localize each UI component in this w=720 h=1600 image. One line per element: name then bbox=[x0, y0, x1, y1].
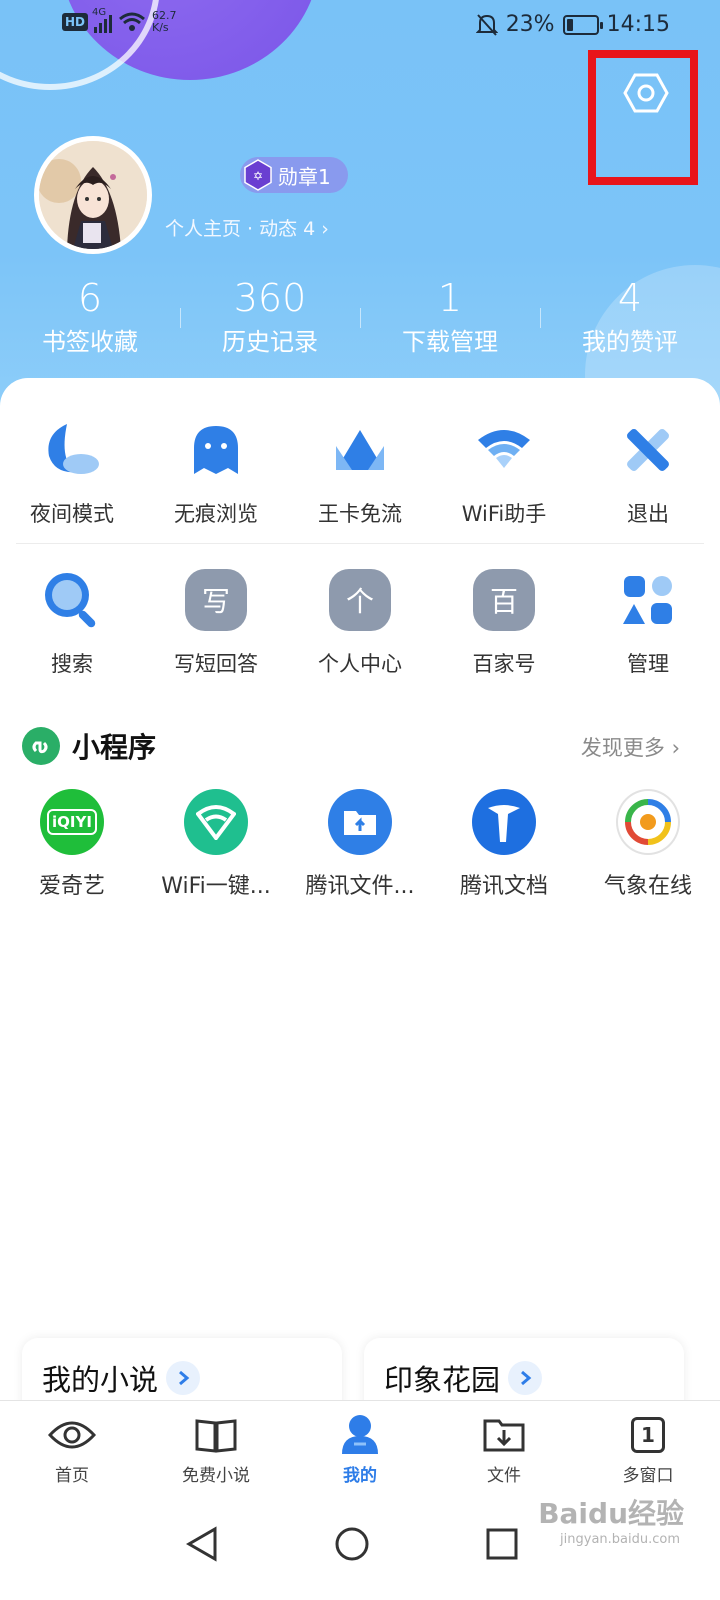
write-icon: 写 bbox=[185, 569, 247, 631]
mini-program-logo-icon bbox=[22, 727, 60, 765]
tools-row-1: 夜间模式 无痕浏览 王卡免流 WiFi助手 退出 bbox=[0, 418, 720, 528]
personal-center-icon: 个 bbox=[329, 569, 391, 631]
battery-percent: 23% bbox=[505, 12, 555, 37]
mute-bell-icon bbox=[475, 13, 498, 36]
chevron-right-icon bbox=[508, 1361, 543, 1395]
stat-bookmarks[interactable]: 6 书签收藏 bbox=[0, 278, 180, 358]
discover-more-link[interactable]: 发现更多 › bbox=[581, 732, 680, 762]
stat-downloads[interactable]: 1 下载管理 bbox=[360, 278, 540, 358]
stat-likes[interactable]: 4 我的赞评 bbox=[540, 278, 720, 358]
hd-indicator: HD bbox=[62, 13, 89, 31]
svg-text:✡: ✡ bbox=[253, 169, 263, 183]
main-card: 夜间模式 无痕浏览 王卡免流 WiFi助手 退出 搜索 写 写短回答 个 个人中… bbox=[0, 378, 720, 1418]
baijiahao-button[interactable]: 百 百家号 bbox=[432, 568, 576, 678]
tools-row-2: 搜索 写 写短回答 个 个人中心 百 百家号 管理 bbox=[0, 568, 720, 678]
tab-files[interactable]: 文件 bbox=[432, 1401, 576, 1492]
medal-badge[interactable]: ✡ 勋章1 bbox=[240, 157, 348, 193]
wifi-icon bbox=[478, 430, 530, 468]
signal-icon: 4G bbox=[92, 7, 113, 33]
home-button[interactable] bbox=[322, 1514, 382, 1574]
eye-icon bbox=[48, 1421, 96, 1449]
tab-multi-window[interactable]: 1 多窗口 bbox=[576, 1401, 720, 1492]
search-button[interactable]: 搜索 bbox=[0, 568, 144, 678]
tencent-docs-icon bbox=[472, 789, 536, 855]
network-type: 4G bbox=[92, 7, 107, 18]
folder-download-icon bbox=[483, 1419, 525, 1452]
exit-icon bbox=[627, 429, 669, 471]
back-button[interactable] bbox=[172, 1514, 232, 1574]
baijiahao-icon: 百 bbox=[473, 569, 535, 631]
settings-hexagon-icon bbox=[623, 73, 669, 113]
bottom-cards: 我的小说 印象花园 bbox=[0, 1338, 720, 1418]
stat-history[interactable]: 360 历史记录 bbox=[180, 278, 360, 358]
wifi-assistant-button[interactable]: WiFi助手 bbox=[432, 418, 576, 528]
mini-programs-row: iQIYI 爱奇艺 WiFi一键... 腾讯文件... 腾讯文档 气象在线 bbox=[0, 789, 720, 900]
exit-button[interactable]: 退出 bbox=[576, 418, 720, 528]
manage-icon bbox=[623, 576, 672, 624]
settings-button[interactable] bbox=[618, 68, 674, 118]
avatar-image bbox=[39, 141, 147, 249]
profile-homepage-link[interactable]: 个人主页 · 动态 4 › bbox=[165, 214, 329, 241]
book-icon bbox=[195, 1419, 237, 1453]
wangka-button[interactable]: 王卡免流 bbox=[288, 418, 432, 528]
clock: 14:15 bbox=[606, 12, 670, 37]
weather-icon bbox=[616, 789, 680, 855]
avatar[interactable] bbox=[34, 136, 152, 254]
watermark-url: jingyan.baidu.com bbox=[560, 1532, 680, 1547]
bottom-tab-bar: 首页 免费小说 我的 文件 1 多窗口 bbox=[0, 1400, 720, 1492]
profile-header: HD 4G 62.7 K/s 23% 14:15 ✡ 勋章1 个人主页 · 动态… bbox=[0, 0, 720, 420]
watermark: Baidu经验 bbox=[538, 1497, 684, 1530]
home-circle-icon bbox=[335, 1527, 369, 1561]
search-icon bbox=[45, 573, 96, 628]
mini-app-iqiyi[interactable]: iQIYI 爱奇艺 bbox=[0, 789, 144, 900]
stats-row: 6 书签收藏 360 历史记录 1 下载管理 4 我的赞评 bbox=[0, 278, 720, 358]
moon-icon bbox=[48, 424, 99, 474]
incognito-button[interactable]: 无痕浏览 bbox=[144, 418, 288, 528]
wifi-key-icon bbox=[184, 789, 248, 855]
net-speed: 62.7 K/s bbox=[152, 9, 177, 34]
mini-app-tencent-file[interactable]: 腾讯文件... bbox=[288, 789, 432, 900]
tencent-file-icon bbox=[328, 789, 392, 855]
night-mode-button[interactable]: 夜间模式 bbox=[0, 418, 144, 528]
tab-home[interactable]: 首页 bbox=[0, 1401, 144, 1492]
recents-button[interactable] bbox=[472, 1514, 532, 1574]
medal-label: 勋章1 bbox=[278, 164, 331, 189]
medal-icon: ✡ bbox=[244, 159, 272, 191]
tab-free-novels[interactable]: 免费小说 bbox=[144, 1401, 288, 1492]
ghost-icon bbox=[194, 426, 238, 474]
divider bbox=[16, 543, 704, 544]
user-icon bbox=[342, 1415, 378, 1454]
personal-center-button[interactable]: 个 个人中心 bbox=[288, 568, 432, 678]
mini-app-wifi-key[interactable]: WiFi一键... bbox=[144, 789, 288, 900]
iqiyi-icon: iQIYI bbox=[40, 789, 104, 855]
write-answer-button[interactable]: 写 写短回答 bbox=[144, 568, 288, 678]
manage-button[interactable]: 管理 bbox=[576, 568, 720, 678]
windows-icon: 1 bbox=[631, 1417, 665, 1453]
mini-app-tencent-docs[interactable]: 腾讯文档 bbox=[432, 789, 576, 900]
mini-app-weather[interactable]: 气象在线 bbox=[576, 789, 720, 900]
chevron-right-icon bbox=[166, 1361, 201, 1395]
recents-square-icon bbox=[486, 1528, 518, 1560]
status-bar: HD 4G 62.7 K/s 23% 14:15 bbox=[0, 0, 720, 52]
battery-icon bbox=[562, 14, 603, 35]
wifi-status-icon bbox=[119, 12, 145, 31]
tab-mine[interactable]: 我的 bbox=[288, 1401, 432, 1492]
back-triangle-icon bbox=[185, 1526, 217, 1562]
crown-icon bbox=[336, 430, 384, 470]
mini-programs-title: 小程序 bbox=[22, 726, 156, 766]
